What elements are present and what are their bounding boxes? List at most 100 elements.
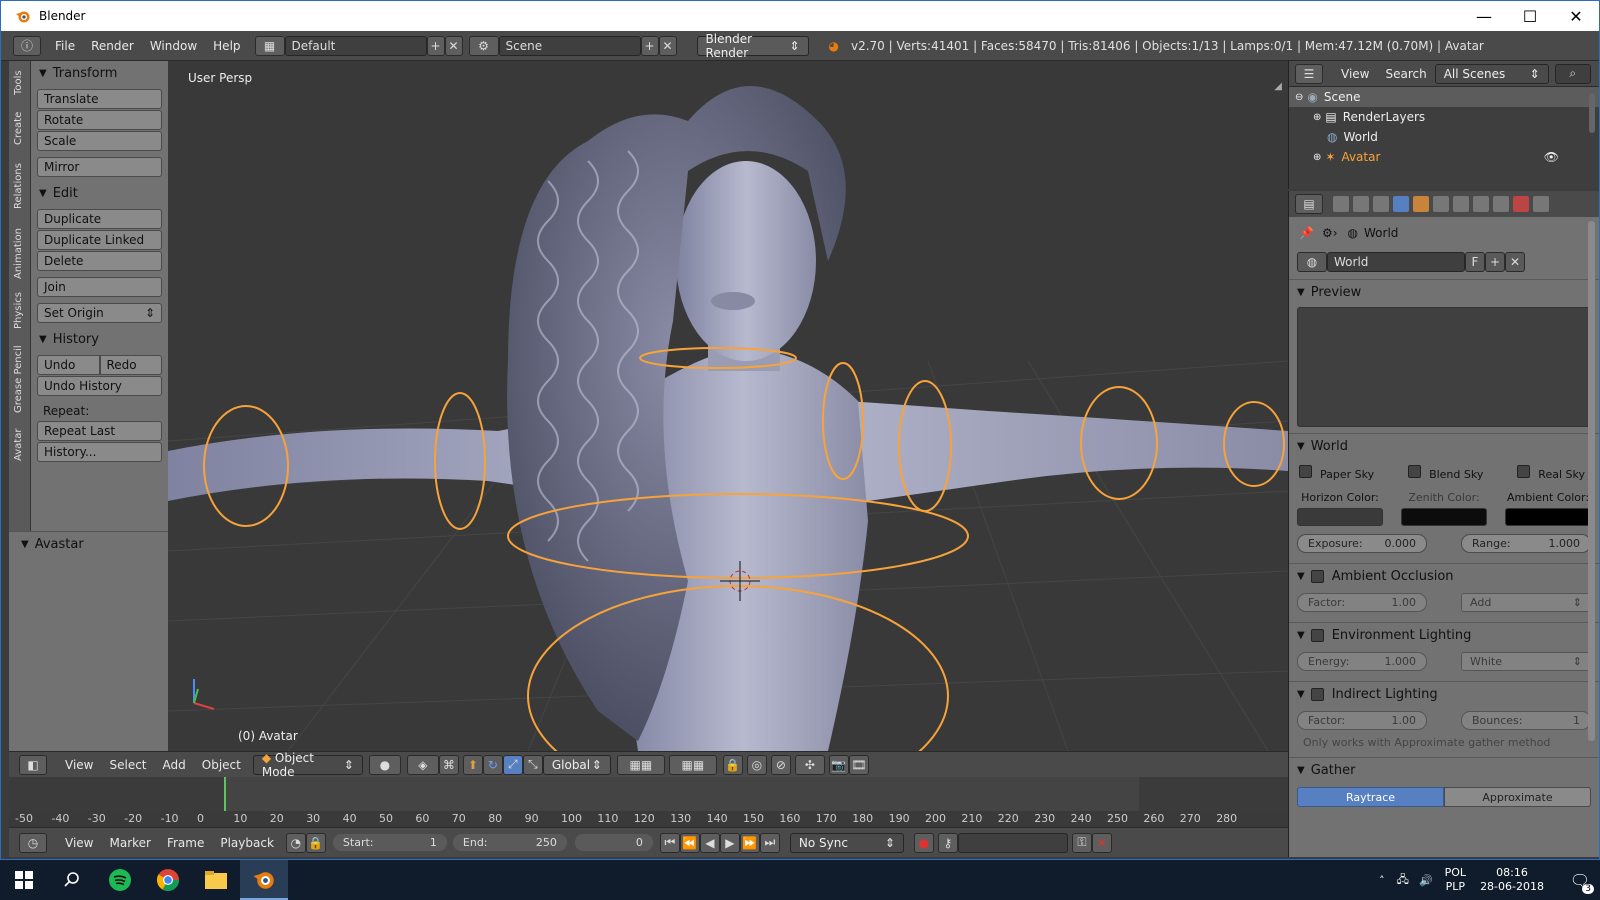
scene-field[interactable]: Scene <box>498 35 641 56</box>
jump-end-icon[interactable]: ⏭ <box>759 832 780 853</box>
play-icon[interactable]: ▶ <box>719 832 740 853</box>
tab-physics[interactable]: Physics <box>13 292 24 329</box>
scene-tab-icon[interactable] <box>1373 196 1389 212</box>
menu-window[interactable]: Window <box>142 39 205 53</box>
unlink-world-icon[interactable]: ✕ <box>1505 252 1525 272</box>
layers-group-1[interactable]: ▦▦ <box>616 754 665 775</box>
menu-playback[interactable]: Playback <box>212 836 282 850</box>
ao-factor-field[interactable]: Factor: 1.00 <box>1297 593 1427 612</box>
proportional-edit-icon[interactable]: ◎ <box>746 754 767 775</box>
language-indicator[interactable]: POL PLP <box>1445 866 1466 894</box>
explorer-taskbar-button[interactable] <box>192 860 240 900</box>
notifications-button[interactable]: 🗨 3 <box>1560 860 1600 900</box>
exposure-field[interactable]: Exposure: 0.000 <box>1297 534 1427 553</box>
menu-timeline-view[interactable]: View <box>57 836 101 850</box>
panel-ambient-occlusion-header[interactable]: ▼ Ambient Occlusion <box>1289 563 1599 589</box>
keying-set-field[interactable] <box>957 832 1068 853</box>
start-frame-field[interactable]: Start: 1 <box>331 833 448 852</box>
gather-raytrace-button[interactable]: Raytrace <box>1297 787 1444 807</box>
constraints-tab-icon[interactable] <box>1433 196 1449 212</box>
menu-file[interactable]: File <box>47 39 83 53</box>
screen-layout-field[interactable]: Default <box>284 35 427 56</box>
jump-keyframe-forward-icon[interactable]: ⏩ <box>739 832 760 853</box>
join-button[interactable]: Join <box>37 277 162 297</box>
editor-type-outliner-icon[interactable]: ☰ <box>1295 63 1323 84</box>
outliner-row-renderlayers[interactable]: ⊕ ▤ RenderLayers <box>1289 107 1599 127</box>
world-browse-icon[interactable]: ◍ <box>1297 252 1327 272</box>
outliner-scrollbar[interactable] <box>1589 93 1595 133</box>
world-tab-icon[interactable] <box>1393 196 1409 212</box>
tab-grease-pencil[interactable]: Grease Pencil <box>13 345 24 413</box>
object-tab-icon[interactable] <box>1413 196 1429 212</box>
ao-blend-select[interactable]: Add ⇕ <box>1461 593 1591 612</box>
zenith-color-swatch[interactable] <box>1401 508 1487 526</box>
search-button[interactable] <box>48 860 96 900</box>
indirect-factor-field[interactable]: Factor: 1.00 <box>1297 711 1427 730</box>
snap-element-icon[interactable]: ✣ <box>794 754 825 775</box>
delete-keyframe-icon[interactable]: ✕ <box>1091 832 1112 853</box>
expand-icon[interactable]: ⊕ <box>1313 152 1321 163</box>
screen-layout-icon[interactable]: ▦ <box>254 35 285 56</box>
jump-keyframe-back-icon[interactable]: ⏪ <box>679 832 700 853</box>
pin-icon[interactable]: 📌 <box>1299 226 1314 240</box>
editor-type-3d-icon[interactable]: ◧ <box>19 754 47 775</box>
render-layers-tab-icon[interactable] <box>1353 196 1369 212</box>
real-sky-checkbox[interactable]: Real Sky <box>1517 465 1585 481</box>
range-field[interactable]: Range: 1.000 <box>1461 534 1591 553</box>
outliner-search-field[interactable]: ⌕ <box>1554 63 1591 84</box>
panel-avastar-header[interactable]: ▼ Avastar <box>9 532 168 556</box>
tab-create[interactable]: Create <box>13 112 24 145</box>
tab-avatar[interactable]: Avatar <box>13 429 24 461</box>
ao-enable-checkbox[interactable] <box>1310 570 1324 583</box>
horizon-color-swatch[interactable] <box>1297 508 1383 526</box>
viewport-split-icon[interactable]: ◢ <box>1274 81 1282 92</box>
keying-set-icon[interactable]: ⚷ <box>937 832 958 853</box>
panel-world-header[interactable]: ▼ World <box>1289 433 1599 459</box>
pivot-point-icon[interactable]: ◈ <box>406 754 439 775</box>
panel-edit-header[interactable]: ▼ Edit <box>31 181 168 205</box>
chrome-taskbar-button[interactable] <box>144 860 192 900</box>
render-still-icon[interactable]: 📷 <box>828 754 849 775</box>
record-icon[interactable]: ● <box>913 832 934 853</box>
fake-user-button[interactable]: F <box>1465 252 1485 272</box>
redo-button[interactable]: Redo <box>99 355 162 375</box>
transform-orientation-select[interactable]: Global ⇕ <box>542 754 611 775</box>
tab-relations[interactable]: Relations <box>13 163 24 209</box>
menu-outliner-view[interactable]: View <box>1333 67 1377 81</box>
volume-icon[interactable]: 🔊 <box>1419 874 1433 887</box>
editor-type-info-icon[interactable]: ⓘ <box>13 35 41 56</box>
tab-animation[interactable]: Animation <box>13 228 24 279</box>
close-button[interactable]: ✕ <box>1553 1 1599 31</box>
blend-sky-checkbox[interactable]: Blend Sky <box>1408 465 1483 481</box>
texture-tab-icon[interactable] <box>1513 196 1529 212</box>
indirect-bounces-field[interactable]: Bounces: 1 <box>1461 711 1591 730</box>
menu-select[interactable]: Select <box>101 758 154 772</box>
paper-sky-checkbox[interactable]: Paper Sky <box>1299 465 1374 481</box>
snap-toggle-icon[interactable]: ⊘ <box>770 754 791 775</box>
tab-tools[interactable]: Tools <box>13 70 24 95</box>
editor-type-timeline-icon[interactable]: ◷ <box>19 832 47 853</box>
network-icon[interactable]: 🖧 <box>1397 871 1409 890</box>
start-button[interactable] <box>0 860 48 900</box>
minimize-button[interactable]: — <box>1461 1 1507 31</box>
rotate-button[interactable]: Rotate <box>37 110 162 130</box>
menu-frame[interactable]: Frame <box>159 836 212 850</box>
outliner-row-world[interactable]: ◍ World <box>1289 127 1599 147</box>
spotify-taskbar-button[interactable] <box>96 860 144 900</box>
add-world-icon[interactable]: + <box>1485 252 1505 272</box>
delete-button[interactable]: Delete <box>37 251 162 271</box>
translate-manipulator-icon[interactable]: ⬆ <box>462 754 483 775</box>
set-origin-select[interactable]: Set Origin ⇕ <box>37 303 162 323</box>
3d-viewport[interactable]: User Persp (0) Avatar ◢ <box>168 61 1288 751</box>
menu-add[interactable]: Add <box>155 758 194 772</box>
menu-render[interactable]: Render <box>83 39 142 53</box>
render-anim-icon[interactable]: 🎞 <box>848 754 869 775</box>
editor-type-properties-icon[interactable]: ▤ <box>1295 194 1323 214</box>
data-tab-icon[interactable] <box>1473 196 1489 212</box>
rotate-manipulator-icon[interactable]: ↻ <box>482 754 503 775</box>
expand-icon[interactable]: ⊕ <box>1313 112 1321 123</box>
blender-taskbar-button[interactable] <box>240 860 288 900</box>
indirect-enable-checkbox[interactable] <box>1310 688 1324 701</box>
menu-view[interactable]: View <box>57 758 101 772</box>
menu-outliner-search[interactable]: Search <box>1377 67 1434 81</box>
